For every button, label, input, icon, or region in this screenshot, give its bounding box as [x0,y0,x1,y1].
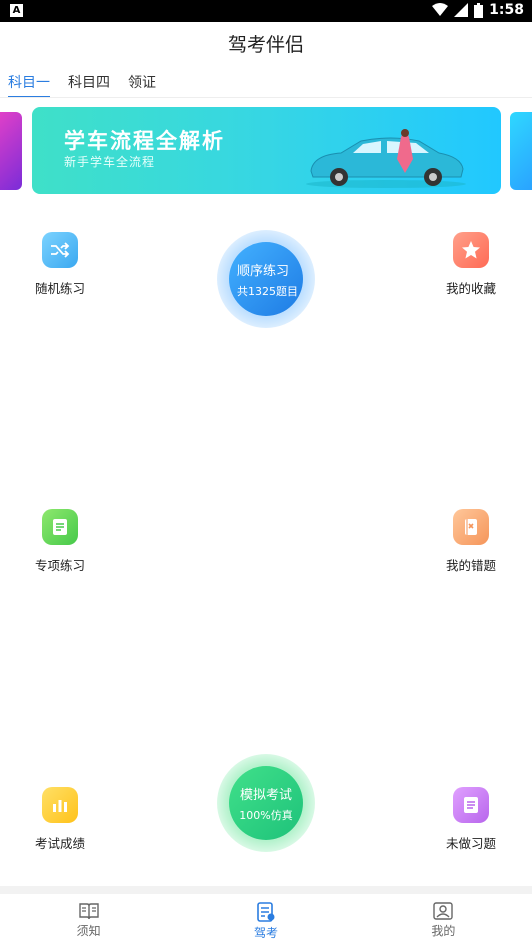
exam-scores-button[interactable]: 考试成绩 [20,787,100,852]
sequential-practice-title: 顺序练习 [237,263,290,279]
mock-exam-button[interactable]: 模拟考试 100%仿真 [217,754,315,852]
star-icon [453,232,489,268]
mock-exam-circle: 模拟考试 100%仿真 [229,766,303,840]
nav-item-notice[interactable]: 须知 [0,894,177,946]
nav-item-profile[interactable]: 我的 [355,894,532,946]
subject-tabs: 科目一 科目四 领证 [8,72,156,98]
battery-icon [474,2,484,18]
nav-profile-label: 我的 [431,924,456,938]
notebook-x-icon [453,509,489,545]
license-icon [257,902,275,922]
wifi-icon [432,3,449,16]
banner-subtitle: 新手学车全流程 [64,155,156,169]
tab-subject-one[interactable]: 科目一 [8,72,50,98]
nav-item-driving-test[interactable]: 驾考 [177,894,354,946]
document-icon [42,509,78,545]
status-bar: A 1:58 [0,0,532,22]
car-illustration [306,129,466,188]
mock-exam-subtitle: 100%仿真 [239,808,293,822]
sequential-practice-circle: 顺序练习 共1325题目 [229,242,303,316]
signal-icon [454,3,469,17]
exam-scores-label: 考试成绩 [34,836,85,851]
favorites-label: 我的收藏 [445,281,496,296]
random-practice-button[interactable]: 随机练习 [20,232,100,297]
clock: 1:58 [489,2,524,18]
book-icon [78,903,99,920]
banner-next-slide[interactable] [510,112,532,190]
notification-icon: A [10,4,23,17]
undone-questions-label: 未做习题 [445,836,496,851]
page-title: 驾考伴侣 [227,34,304,56]
bottom-divider [0,886,532,894]
random-practice-label: 随机练习 [34,281,85,296]
sequential-practice-count: 共1325题目 [237,284,298,298]
bottom-nav: 须知 驾考 我的 [0,894,532,946]
undone-questions-button[interactable]: 未做习题 [431,787,511,852]
banner[interactable]: 学车流程全解析 新手学车全流程 [32,107,501,194]
tabs-divider [0,97,532,98]
nav-driving-test-label: 驾考 [253,926,278,940]
mistakes-button[interactable]: 我的错题 [431,509,511,574]
list-doc-icon [453,787,489,823]
tab-subject-four[interactable]: 科目四 [68,72,110,98]
sequential-practice-button[interactable]: 顺序练习 共1325题目 [217,230,315,328]
profile-icon [433,902,454,920]
shuffle-icon [42,232,78,268]
bar-chart-icon [42,787,78,823]
status-indicators: 1:58 [432,2,524,18]
banner-prev-slide[interactable] [0,112,22,190]
special-practice-label: 专项练习 [34,558,85,573]
nav-notice-label: 须知 [76,924,101,938]
tab-license[interactable]: 领证 [128,72,156,98]
banner-title: 学车流程全解析 [64,129,225,153]
special-practice-button[interactable]: 专项练习 [20,509,100,574]
mistakes-label: 我的错题 [445,558,496,573]
mock-exam-title: 模拟考试 [239,787,292,803]
favorites-button[interactable]: 我的收藏 [431,232,511,297]
